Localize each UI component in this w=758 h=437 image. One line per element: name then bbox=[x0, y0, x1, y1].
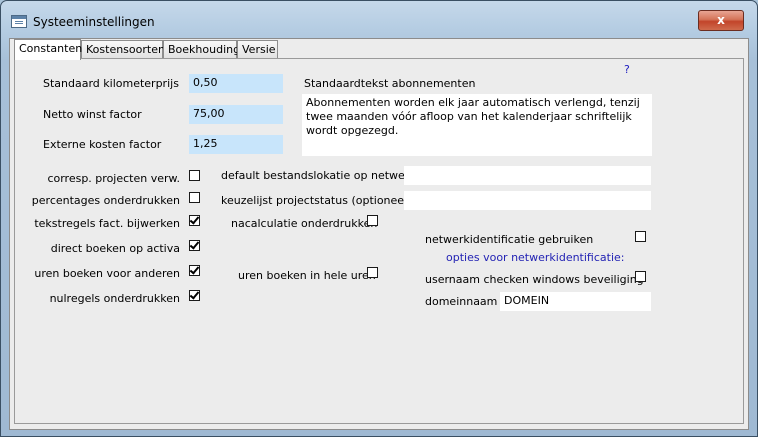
domain-label: domeinnaam bbox=[425, 295, 498, 308]
network-id-label: netwerkidentificatie gebruiken bbox=[425, 233, 594, 246]
window-title: Systeeminstellingen bbox=[33, 15, 155, 29]
km-price-label: Standaard kilometerprijs bbox=[43, 77, 179, 90]
subscription-text-field[interactable]: Abonnementen worden elk jaar automatisch… bbox=[302, 94, 652, 156]
nacalculatie-label: nacalculatie onderdrukken bbox=[231, 217, 378, 230]
checkbox-corresp[interactable] bbox=[189, 170, 200, 181]
default-location-label: default bestandslokatie op netwerk bbox=[221, 169, 416, 182]
close-button[interactable]: x bbox=[698, 10, 744, 31]
option-label-percentages: percentages onderdrukken bbox=[31, 194, 180, 207]
tab-page-constanten: ? Standaard kilometerprijs 0,50 Netto wi… bbox=[14, 58, 744, 424]
km-price-field[interactable]: 0,50 bbox=[189, 74, 283, 93]
checkbox-percentages[interactable] bbox=[189, 192, 200, 203]
checkbox-tekstregels[interactable] bbox=[189, 215, 200, 226]
profit-factor-field[interactable]: 75,00 bbox=[189, 105, 283, 124]
dialog-client-area: Constanten Kostensoorten Boekhouding Ver… bbox=[9, 38, 749, 430]
form-window-icon bbox=[11, 15, 27, 28]
option-label-tekstregels: tekstregels fact. bijwerken bbox=[34, 217, 180, 230]
checkbox-nacalculatie[interactable] bbox=[367, 215, 378, 226]
subscription-text-label: Standaardtekst abonnementen bbox=[304, 77, 476, 90]
tab-boekhouding[interactable]: Boekhouding bbox=[163, 40, 240, 58]
help-icon[interactable]: ? bbox=[624, 63, 630, 76]
hele-uren-label: uren boeken in hele uren bbox=[238, 269, 376, 282]
settings-window: Systeeminstellingen x Constanten Kostens… bbox=[0, 0, 758, 437]
tab-constanten[interactable]: Constanten bbox=[14, 39, 82, 60]
checkbox-windows-check[interactable] bbox=[635, 271, 646, 282]
external-cost-label: Externe kosten factor bbox=[43, 138, 162, 151]
project-status-label: keuzelijst projectstatus (optioneel) bbox=[221, 194, 412, 207]
tab-kostensoorten[interactable]: Kostensoorten bbox=[81, 40, 165, 58]
option-label-corresp: corresp. projecten verw. bbox=[47, 172, 180, 185]
network-options-heading: opties voor netwerkidentificatie: bbox=[446, 251, 625, 264]
checkbox-activa[interactable] bbox=[189, 240, 200, 251]
external-cost-field[interactable]: 1,25 bbox=[189, 135, 283, 154]
title-bar[interactable]: Systeeminstellingen x bbox=[1, 1, 757, 31]
option-label-nulregels: nulregels onderdrukken bbox=[49, 292, 180, 305]
option-label-activa: direct boeken op activa bbox=[50, 242, 180, 255]
checkbox-nulregels[interactable] bbox=[189, 290, 200, 301]
option-label-uren-anderen: uren boeken voor anderen bbox=[34, 267, 180, 280]
profit-factor-label: Netto winst factor bbox=[43, 108, 142, 121]
windows-check-label: usernaam checken windows beveiliging bbox=[425, 273, 644, 286]
tab-versie[interactable]: Versie bbox=[237, 40, 278, 58]
checkbox-uren-anderen[interactable] bbox=[189, 265, 200, 276]
project-status-field[interactable] bbox=[404, 191, 651, 210]
domain-field[interactable]: DOMEIN bbox=[500, 292, 651, 311]
default-location-field[interactable] bbox=[404, 166, 651, 185]
checkbox-network-id[interactable] bbox=[635, 231, 646, 242]
checkbox-hele-uren[interactable] bbox=[367, 267, 378, 278]
